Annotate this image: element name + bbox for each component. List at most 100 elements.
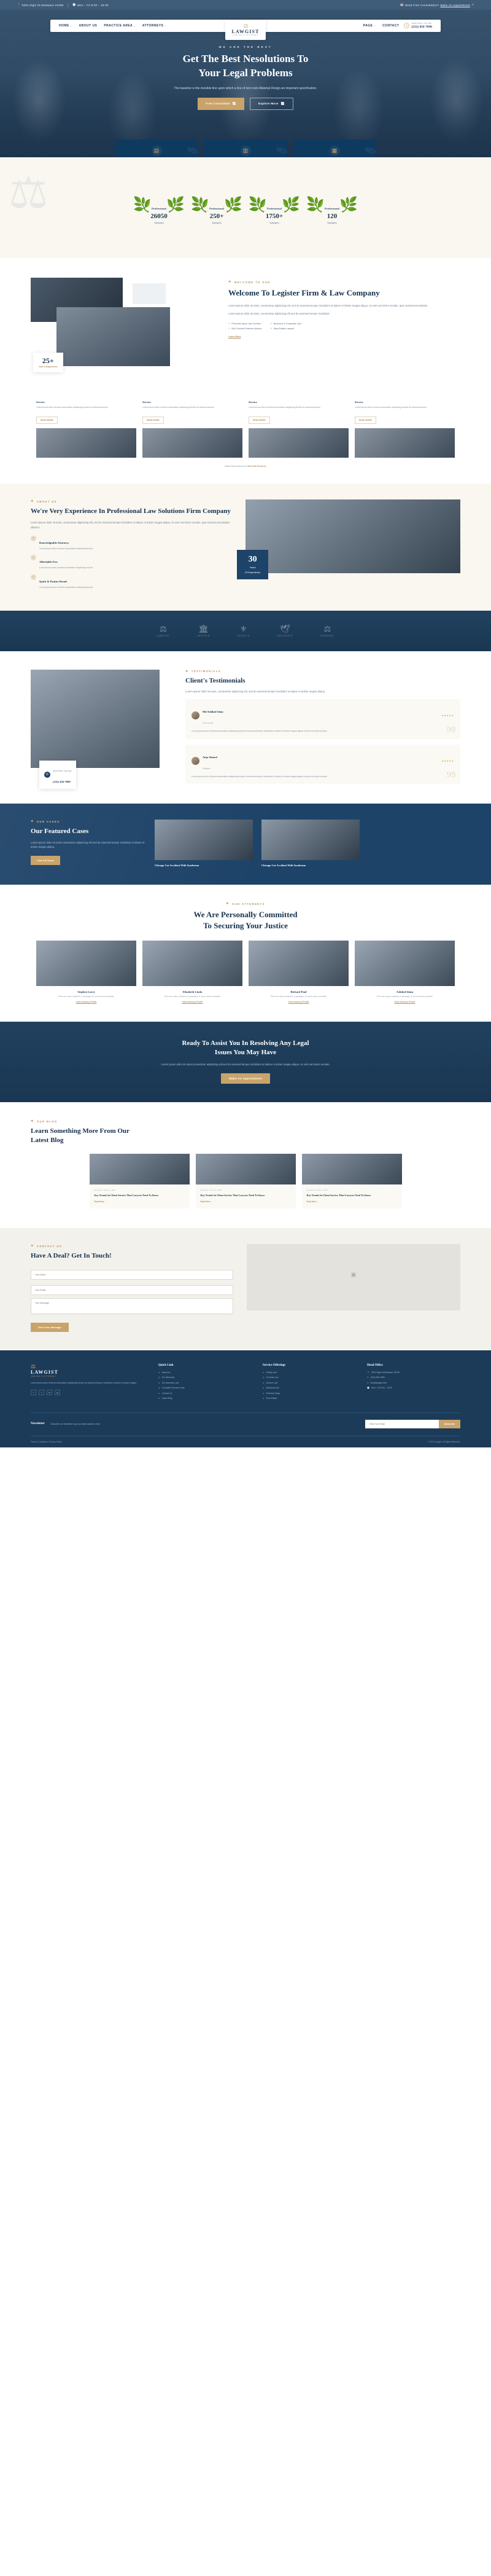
brand-item: ⚖ LAWGIST xyxy=(157,625,170,637)
blog-card[interactable]: By Admin • 25 June, 2023 Key Trends In C… xyxy=(195,1153,296,1209)
footer-link[interactable]: ➤ Complete Success Case xyxy=(158,1387,252,1389)
blog-card[interactable]: By Admin • 25 June, 2023 Key Trends In C… xyxy=(301,1153,402,1209)
service-card[interactable]: Service Lorem ipsum dolor sit amet,conse… xyxy=(142,401,242,458)
featured-cases-section: ❖ OUR CASES Our Featured Cases Lorem ips… xyxy=(0,804,491,885)
wallet-icon: ▤ xyxy=(151,146,162,156)
service-read-more-button[interactable]: READ MORE xyxy=(249,417,270,425)
site-logo[interactable]: ⚖ LAWGIST LAWYER & ATTORNEY xyxy=(225,20,266,40)
footer-link[interactable]: ➤ Latest Blog xyxy=(158,1397,252,1400)
phone-icon: ✆ xyxy=(367,1376,369,1379)
testimonials-tagline: ❖ TESTIMONIALS xyxy=(185,670,460,673)
service-card[interactable]: Service Lorem ipsum dolor sit amet,conse… xyxy=(355,401,455,458)
nav-right-group: PAGE ⌄ CONTACT ✆ Need Help? Let's Talk (… xyxy=(363,22,432,29)
facebook-icon[interactable]: f xyxy=(31,1389,36,1395)
view-all-cases-button[interactable]: View All Cases xyxy=(31,855,61,865)
feature-card[interactable]: ▦ Quick & Positive Result Lorem ipsum do… xyxy=(293,139,376,157)
service-read-more-button[interactable]: READ MORE xyxy=(36,417,58,425)
avatar xyxy=(191,757,199,765)
member-profile-link[interactable]: View Attorney Profile xyxy=(355,1001,455,1003)
team-member[interactable]: Richard Paul There are many variations o… xyxy=(249,941,349,1003)
calendar-check-icon: ▦ xyxy=(329,146,340,156)
explore-more-button[interactable]: Explore More 📈 xyxy=(249,97,293,110)
case-card[interactable]: Chicago Car Accident With Syndroma xyxy=(261,820,360,867)
nav-item-attorneys[interactable]: ATTORNEYS ⌄ xyxy=(142,24,166,28)
member-name: Stephen Larry xyxy=(77,990,95,994)
footer-link[interactable]: ➤ Divorce Law xyxy=(263,1382,356,1384)
free-consultant-button[interactable]: Free Consultant 📈 xyxy=(198,97,244,110)
experience-text: ❖ ABOUT US We're Very Experience In Prof… xyxy=(31,499,233,593)
experience-item-text: Lorem ipsum dolor sit amet consectetur a… xyxy=(39,547,94,550)
nav-phone-number[interactable]: (232) 456-7890 xyxy=(411,25,432,29)
send-message-button[interactable]: Send Your Message xyxy=(31,1322,69,1332)
team-member[interactable]: Elizabeth Linda There are many variation… xyxy=(142,941,242,1003)
make-appointment-link[interactable]: Make An Appointment xyxy=(440,4,470,7)
service-card[interactable]: Service Lorem ipsum dolor sit amet,conse… xyxy=(36,401,136,458)
linkedin-icon[interactable]: in xyxy=(47,1389,52,1395)
team-member[interactable]: Ashikul Islam There are many variations … xyxy=(355,941,455,1003)
newsletter-subscribe-button[interactable]: Subscribe xyxy=(438,1419,460,1428)
service-thumbnail xyxy=(142,428,242,458)
name-input[interactable] xyxy=(31,1269,233,1280)
welcome-feature-4: Real Estate Lawsuit xyxy=(273,327,295,331)
service-card[interactable]: Service Lorem ipsum dolor sit amet,conse… xyxy=(249,401,349,458)
case-card[interactable]: Chicago Car Accident With Syndroma xyxy=(155,820,253,867)
email-input[interactable] xyxy=(31,1285,233,1295)
cta-section: Ready To Assist You In Resolving Any Leg… xyxy=(0,1022,491,1103)
blog-read-more-link[interactable]: Read More → xyxy=(201,1200,291,1203)
blog-card[interactable]: By Admin • 25 June, 2023 Key Trends In C… xyxy=(89,1153,190,1209)
footer-link[interactable]: ➤ About Us xyxy=(158,1371,252,1374)
footer-link[interactable]: ➤ Real Estate xyxy=(263,1397,356,1400)
brand-icon: ⚖ xyxy=(323,624,331,633)
message-input[interactable] xyxy=(31,1298,233,1314)
service-label: Service xyxy=(355,401,363,404)
nav-item-contact[interactable]: CONTACT xyxy=(382,24,399,28)
nav-label: ABOUT US xyxy=(79,24,98,28)
footer-link[interactable]: ➤ Family Law xyxy=(263,1371,356,1374)
footer-link[interactable]: ➤ Our Business Law xyxy=(158,1382,252,1384)
nav-phone-block[interactable]: ✆ Need Help? Let's Talk (232) 456-7890 xyxy=(404,22,432,29)
topbar-consult-label: Need Free Consultation? xyxy=(404,3,439,7)
footer-link[interactable]: ➤ Contact Us xyxy=(158,1392,252,1395)
experience-item-title: Knowledgeable Attorneys xyxy=(39,541,69,544)
make-appointment-button[interactable]: Make An Appointment xyxy=(221,1073,270,1084)
twitter-icon[interactable]: t xyxy=(39,1389,44,1395)
call-label: Need Help? Call Now xyxy=(53,770,72,773)
member-profile-link[interactable]: View Attorney Profile xyxy=(142,1001,242,1003)
service-read-more-button[interactable]: READ MORE xyxy=(355,417,376,425)
nav-item-practice-area[interactable]: PRACTICE AREA ⌄ xyxy=(104,24,136,28)
team-member[interactable]: Stephen Larry There are many variations … xyxy=(36,941,136,1003)
instagram-icon[interactable]: ig xyxy=(55,1389,60,1395)
member-profile-link[interactable]: View Attorney Profile xyxy=(36,1001,136,1003)
blog-read-more-link[interactable]: Read More → xyxy=(95,1200,185,1203)
nav-item-home[interactable]: HOME ⌄ xyxy=(59,24,72,28)
welcome-learn-more-link[interactable]: Learn More xyxy=(228,335,460,338)
member-photo xyxy=(36,941,136,987)
member-profile-link[interactable]: View Attorney Profile xyxy=(249,1001,349,1003)
feature-card[interactable]: ▥ 99% Winning Guarantee Lorem ipsum dolo… xyxy=(204,139,287,157)
blog-read-more-link[interactable]: Read More → xyxy=(307,1200,397,1203)
footer-link[interactable]: ➤ Personal Injury xyxy=(263,1392,356,1395)
welcome-feature-col1: ✔ Personal Injury Law Centers ✔ Bid Crimin… xyxy=(228,322,261,330)
view-all-services-link[interactable]: View All Services xyxy=(247,465,266,468)
service-label: Service xyxy=(142,401,151,404)
service-read-more-button[interactable]: READ MORE xyxy=(142,417,164,425)
footer-link[interactable]: ➤ Business Law xyxy=(263,1387,356,1389)
footer-link[interactable]: ➤ Criminal Law xyxy=(263,1376,356,1379)
arrow-right-icon: ➤ xyxy=(263,1371,265,1374)
call-phone[interactable]: (232) 456-7890 xyxy=(53,780,71,783)
footer-office-phone[interactable]: ✆ (232) 456-7890 xyxy=(367,1376,460,1379)
feature-card[interactable]: ▤ Competitive Pricing Lorem ipsum dolor … xyxy=(115,139,198,157)
rating-stars: ★★★★★ xyxy=(441,759,454,763)
badge-number: 25+ xyxy=(42,356,54,365)
footer-office-email[interactable]: ✉ info@lawgist.com xyxy=(367,1382,460,1384)
footer-policy[interactable]: Terms & Conditions | Privacy Policy xyxy=(31,1441,61,1443)
mail-icon: ✉ xyxy=(367,1381,369,1384)
contact-map[interactable]: ▣ xyxy=(247,1244,460,1311)
call-now-card[interactable]: ✆ Need Help? Call Now (232) 456-7890 xyxy=(39,761,77,789)
footer-link[interactable]: ➤ Our Attorneys xyxy=(158,1376,252,1379)
blog-section: ❖ OUR BLOG Learn Something More From Our… xyxy=(0,1102,491,1229)
arrow-right-icon: ➤ xyxy=(158,1376,160,1379)
nav-item-page[interactable]: PAGE ⌄ xyxy=(363,24,376,28)
newsletter-email-input[interactable] xyxy=(365,1419,439,1428)
nav-item-about-us[interactable]: ABOUT US xyxy=(79,24,98,28)
